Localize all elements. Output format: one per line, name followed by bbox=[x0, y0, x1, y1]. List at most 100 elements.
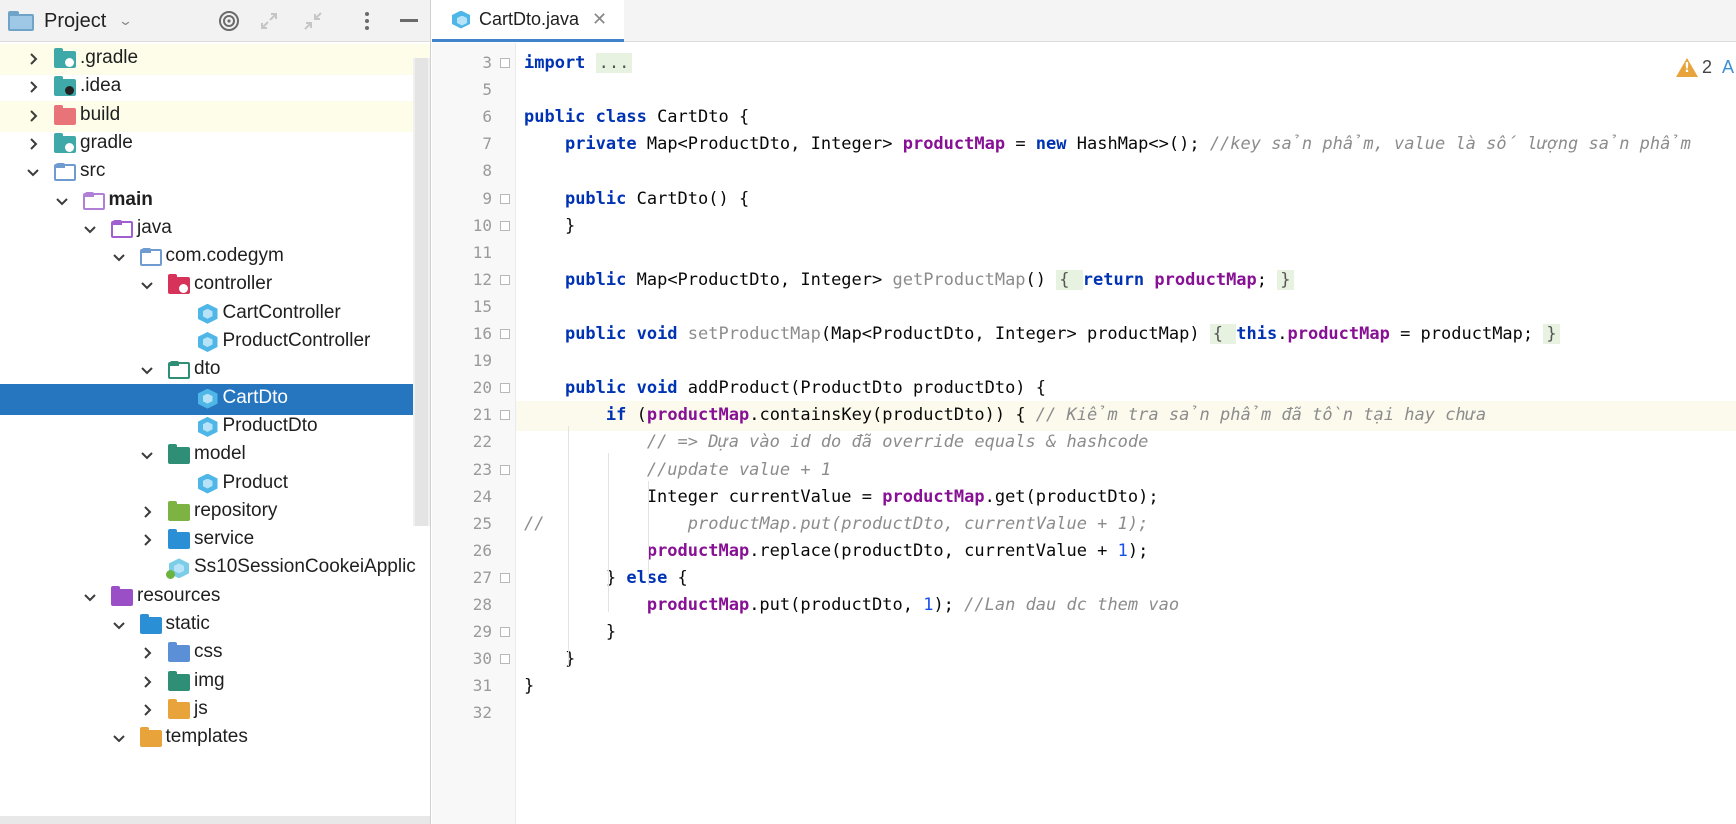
java-class-icon bbox=[197, 388, 219, 409]
tree-item-label: ProductDto bbox=[222, 414, 318, 436]
line-number: 15 bbox=[472, 296, 492, 316]
chevron-down-icon[interactable] bbox=[81, 588, 99, 606]
expand-all-icon[interactable] bbox=[256, 8, 282, 34]
tree-item-productdto[interactable]: ProductDto bbox=[0, 412, 430, 443]
chevron-down-icon[interactable] bbox=[110, 729, 128, 747]
chevron-right-icon[interactable] bbox=[24, 78, 42, 96]
tree-item-label: CartController bbox=[222, 301, 341, 323]
fold-marker-icon[interactable] bbox=[500, 274, 510, 285]
tree-item-resources[interactable]: resources bbox=[0, 582, 430, 613]
tree-item-css[interactable]: css bbox=[0, 638, 430, 669]
tree-item-model[interactable]: model bbox=[0, 440, 430, 471]
line-number: 9 bbox=[482, 188, 492, 208]
code-line: public Map<ProductDto, Integer> getProdu… bbox=[524, 265, 1294, 295]
chevron-right-icon[interactable] bbox=[138, 644, 156, 662]
code-line: if (productMap.containsKey(productDto)) … bbox=[605, 405, 1487, 426]
tree-item-controller[interactable]: controller bbox=[0, 270, 430, 301]
line-number-gutter[interactable]: 3 5 6 7 8 9 10 11 12 15 16 19 20 21 22 23 24 25 26 27 28 29 30… bbox=[432, 43, 516, 824]
tree-item-label: build bbox=[80, 103, 121, 125]
project-tool-window: Project ⌄ .gradle .idea build gradle src main… bbox=[0, 0, 431, 824]
folder-icon bbox=[168, 642, 190, 663]
chevron-right-icon[interactable] bbox=[138, 503, 156, 521]
tree-item-label: css bbox=[194, 641, 223, 663]
folder-icon bbox=[168, 698, 190, 720]
folder-icon bbox=[54, 76, 76, 97]
chevron-down-icon[interactable] bbox=[81, 220, 99, 238]
indent-guide bbox=[608, 453, 609, 612]
chevron-down-icon[interactable] bbox=[138, 276, 156, 294]
tree-item-productcontroller[interactable]: ProductController bbox=[0, 327, 430, 358]
chevron-right-icon[interactable] bbox=[24, 50, 42, 68]
fold-marker-icon[interactable] bbox=[500, 654, 510, 665]
fold-marker-icon[interactable] bbox=[500, 383, 510, 394]
line-number: 24 bbox=[472, 486, 492, 506]
close-icon[interactable]: ✕ bbox=[592, 9, 607, 30]
tree-item-cartdto[interactable]: CartDto bbox=[0, 383, 430, 415]
chevron-right-icon[interactable] bbox=[24, 107, 42, 125]
tree-item-img[interactable]: img bbox=[0, 667, 430, 698]
folder-icon bbox=[111, 585, 133, 607]
java-class-icon bbox=[197, 473, 219, 494]
fold-marker-icon[interactable] bbox=[500, 329, 510, 339]
tree-item-ss10sessioncookeiapplic[interactable]: Ss10SessionCookeiApplic bbox=[0, 553, 430, 584]
tree-item-repository[interactable]: repository bbox=[0, 497, 430, 528]
folder-icon bbox=[139, 614, 162, 635]
tree-item-cartcontroller[interactable]: CartController bbox=[0, 299, 430, 330]
fold-marker-icon[interactable] bbox=[500, 58, 510, 68]
chevron-down-icon[interactable] bbox=[53, 192, 71, 210]
inspection-widget[interactable]: 2 A bbox=[1676, 55, 1734, 79]
tree-item-product[interactable]: Product bbox=[0, 469, 430, 500]
tree-item-java[interactable]: java bbox=[0, 214, 430, 245]
tree-item--gradle[interactable]: .gradle bbox=[0, 44, 430, 75]
fold-marker-icon[interactable] bbox=[500, 572, 510, 583]
chevron-down-icon[interactable] bbox=[138, 361, 156, 379]
tree-item-dto[interactable]: dto bbox=[0, 355, 430, 386]
chevron-down-icon[interactable] bbox=[110, 248, 128, 266]
fold-marker-icon[interactable] bbox=[500, 410, 510, 421]
chevron-right-icon[interactable] bbox=[138, 673, 156, 691]
code-line: } bbox=[524, 676, 535, 697]
code-line: // => Dựa vào id do đã override equals &… bbox=[646, 432, 1149, 453]
chevron-down-icon[interactable] bbox=[110, 616, 128, 634]
line-number: 16 bbox=[472, 324, 492, 343]
fold-marker-icon[interactable] bbox=[500, 464, 510, 475]
tree-item-com-codegym[interactable]: com.codegym bbox=[0, 242, 430, 273]
tab-cartdto-java[interactable]: CartDto.java ✕ bbox=[432, 0, 624, 42]
fold-marker-icon[interactable] bbox=[500, 627, 510, 638]
folder-icon bbox=[168, 529, 190, 550]
chevron-right-icon[interactable] bbox=[138, 701, 156, 719]
tree-item-gradle[interactable]: gradle bbox=[0, 129, 430, 160]
minimize-icon[interactable] bbox=[396, 8, 422, 34]
line-number: 28 bbox=[472, 595, 492, 614]
tree-item-label: .gradle bbox=[80, 47, 139, 68]
tree-item-label: .idea bbox=[80, 75, 122, 97]
chevron-down-icon[interactable] bbox=[24, 163, 42, 181]
tree-item-main[interactable]: main bbox=[0, 186, 430, 217]
project-panel-header: Project ⌄ bbox=[0, 0, 430, 42]
project-view-selector[interactable]: Project ⌄ bbox=[8, 8, 133, 34]
chevron-down-icon[interactable] bbox=[138, 446, 156, 464]
code-text-area[interactable]: import ... public class CartDto { private… bbox=[516, 43, 1736, 824]
folder-icon bbox=[54, 48, 76, 69]
collapse-all-icon[interactable] bbox=[300, 8, 326, 34]
tree-item-src[interactable]: src bbox=[0, 157, 430, 188]
code-line: } else { bbox=[524, 567, 688, 588]
chevron-right-icon[interactable] bbox=[138, 531, 156, 549]
tree-item-templates[interactable]: templates bbox=[0, 723, 430, 754]
target-icon[interactable] bbox=[216, 8, 242, 34]
line-number: 29 bbox=[472, 622, 492, 642]
tree-item-js[interactable]: js bbox=[0, 695, 430, 726]
horizontal-scrollbar[interactable] bbox=[0, 816, 430, 824]
more-vertical-icon[interactable] bbox=[354, 8, 380, 34]
fold-marker-icon[interactable] bbox=[500, 193, 510, 204]
chevron-right-icon[interactable] bbox=[24, 135, 42, 153]
tree-item--idea[interactable]: .idea bbox=[0, 72, 430, 103]
tree-item-build[interactable]: build bbox=[0, 100, 430, 132]
folder-icon bbox=[54, 104, 76, 126]
tree-item-static[interactable]: static bbox=[0, 610, 430, 641]
line-number: 32 bbox=[472, 703, 492, 723]
tree-item-service[interactable]: service bbox=[0, 525, 430, 556]
scrollbar-thumb[interactable] bbox=[415, 58, 428, 526]
fold-marker-icon[interactable] bbox=[500, 220, 510, 231]
project-tree: .gradle .idea build gradle src main java com.co… bbox=[0, 44, 430, 824]
